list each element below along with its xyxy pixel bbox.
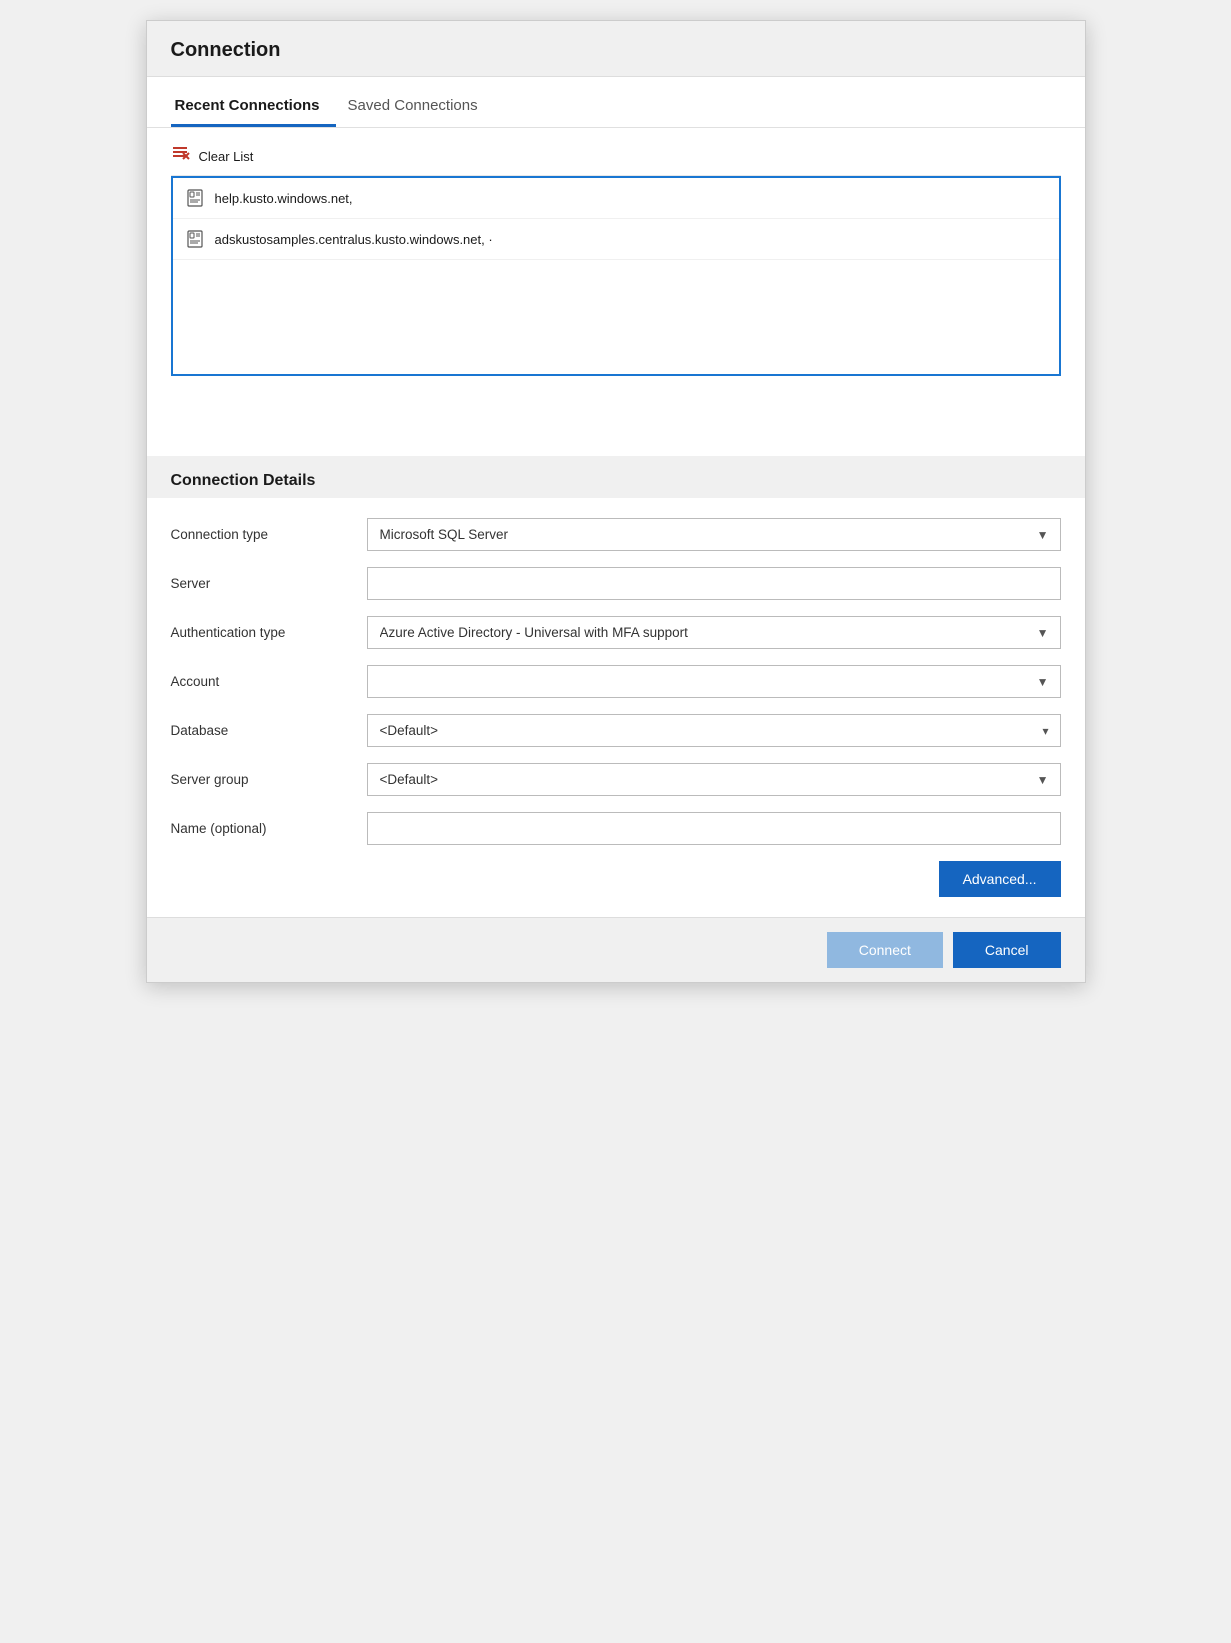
- connection-type-wrapper: Microsoft SQL Server PostgreSQL MySQL ▼: [367, 518, 1061, 551]
- clear-list-button[interactable]: Clear List: [171, 138, 1061, 176]
- auth-type-row: Authentication type Azure Active Directo…: [171, 616, 1061, 649]
- server-row: Server: [171, 567, 1061, 600]
- database-label: Database: [171, 723, 351, 738]
- database-select[interactable]: <Default>: [367, 714, 1061, 747]
- recent-connections-body: Clear List help.kusto.windows.net,: [147, 128, 1085, 376]
- server-group-label: Server group: [171, 772, 351, 787]
- dialog-footer: Connect Cancel: [147, 917, 1085, 982]
- server-label: Server: [171, 576, 351, 591]
- dialog-title: Connection: [171, 39, 1061, 62]
- account-wrapper: ▼: [367, 665, 1061, 698]
- spacer: [147, 376, 1085, 456]
- connection-type-label: Connection type: [171, 527, 351, 542]
- server-group-select[interactable]: <Default>: [367, 763, 1061, 796]
- name-label: Name (optional): [171, 821, 351, 836]
- db-icon-2: [185, 229, 205, 249]
- server-input-wrapper: [367, 567, 1061, 600]
- database-wrapper: <Default> ▾: [367, 714, 1061, 747]
- server-input[interactable]: [367, 567, 1061, 600]
- name-row: Name (optional): [171, 812, 1061, 845]
- auth-type-wrapper: Azure Active Directory - Universal with …: [367, 616, 1061, 649]
- advanced-button[interactable]: Advanced...: [939, 861, 1061, 897]
- connect-button[interactable]: Connect: [827, 932, 943, 968]
- advanced-row: Advanced...: [171, 861, 1061, 897]
- clear-list-label: Clear List: [199, 149, 254, 164]
- database-row: Database <Default> ▾: [171, 714, 1061, 747]
- clear-icon-svg: [171, 144, 191, 164]
- auth-type-label: Authentication type: [171, 625, 351, 640]
- connection-type-select[interactable]: Microsoft SQL Server PostgreSQL MySQL: [367, 518, 1061, 551]
- clear-list-icon: [171, 144, 191, 169]
- cancel-button[interactable]: Cancel: [953, 932, 1061, 968]
- connection-details-title: Connection Details: [171, 472, 316, 489]
- db-icon-1: [185, 188, 205, 208]
- tab-recent-connections[interactable]: Recent Connections: [171, 85, 336, 127]
- connection-details-header: Connection Details: [147, 456, 1085, 498]
- name-input[interactable]: [367, 812, 1061, 845]
- connection-label-2: adskustosamples.centralus.kusto.windows.…: [215, 232, 493, 247]
- server-group-wrapper: <Default> ▼: [367, 763, 1061, 796]
- tabs-bar: Recent Connections Saved Connections: [147, 85, 1085, 128]
- connection-item-1[interactable]: help.kusto.windows.net,: [173, 178, 1059, 219]
- connections-list: help.kusto.windows.net, adskustosamples.…: [171, 176, 1061, 376]
- name-input-wrapper: [367, 812, 1061, 845]
- account-row: Account ▼: [171, 665, 1061, 698]
- auth-type-select[interactable]: Azure Active Directory - Universal with …: [367, 616, 1061, 649]
- connection-item-2[interactable]: adskustosamples.centralus.kusto.windows.…: [173, 219, 1059, 260]
- account-label: Account: [171, 674, 351, 689]
- connection-label-1: help.kusto.windows.net,: [215, 191, 353, 206]
- connection-dialog: Connection Recent Connections Saved Conn…: [146, 20, 1086, 983]
- connection-type-row: Connection type Microsoft SQL Server Pos…: [171, 518, 1061, 551]
- tab-saved-connections[interactable]: Saved Connections: [344, 85, 494, 127]
- account-select[interactable]: [367, 665, 1061, 698]
- dialog-title-bar: Connection: [147, 21, 1085, 77]
- server-group-row: Server group <Default> ▼: [171, 763, 1061, 796]
- form-area: Connection type Microsoft SQL Server Pos…: [147, 498, 1085, 917]
